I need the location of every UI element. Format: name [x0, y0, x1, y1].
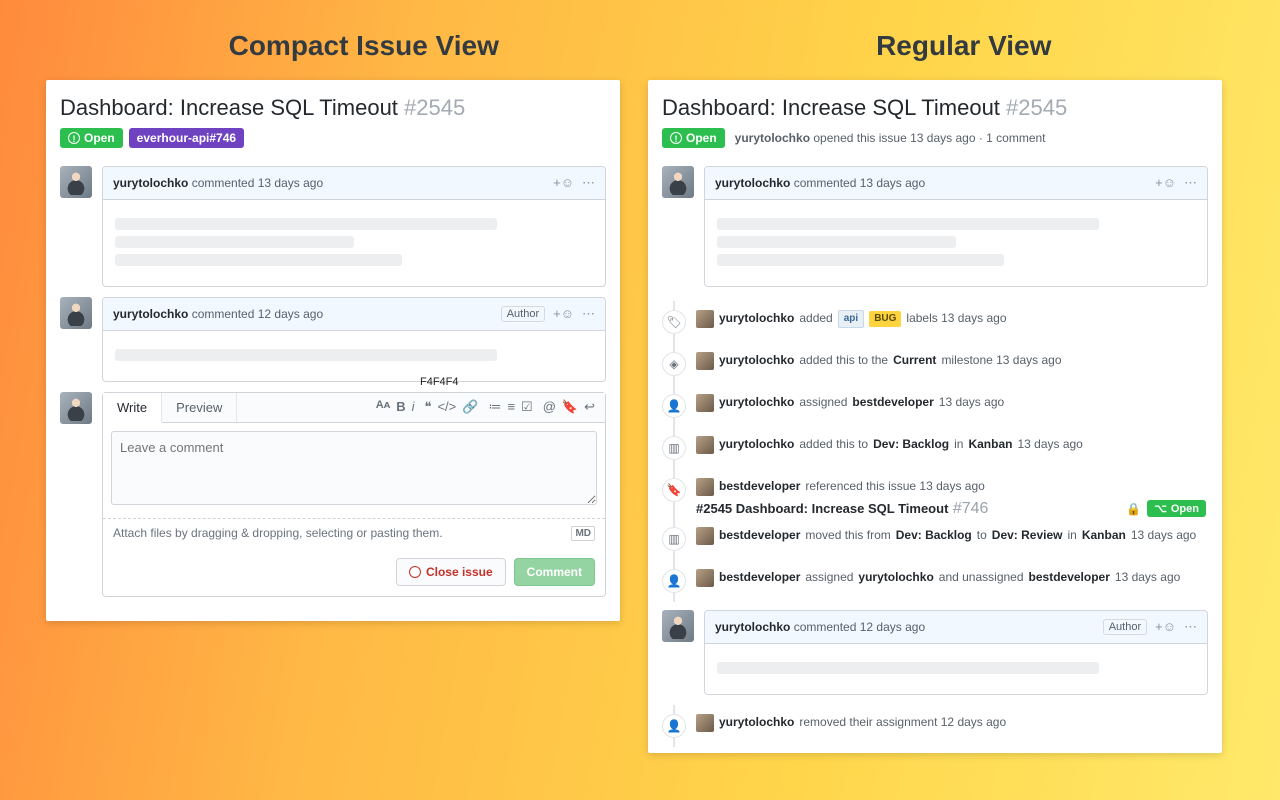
person-icon: 👤 [662, 714, 686, 738]
git-merge-icon: ⌥ [1154, 502, 1167, 515]
avatar[interactable] [662, 166, 694, 198]
md-toolbar: Aᴀ B i ❝ </> 🔗 ≔ ≡ [366, 393, 605, 421]
add-reaction-icon[interactable]: +☺ [1155, 619, 1176, 634]
bookmark-icon: 🔖 [662, 478, 686, 502]
bold-icon[interactable]: B [396, 399, 405, 415]
issue-title: Dashboard: Increase SQL Timeout #2545 [60, 94, 606, 122]
timeline-event-reassign: 👤 bestdeveloper assigned yurytolochko an… [662, 560, 1208, 602]
author-badge: Author [501, 306, 545, 322]
attach-hint[interactable]: Attach files by dragging & dropping, sel… [113, 526, 443, 540]
skeleton-line [115, 218, 497, 230]
comment-user[interactable]: yurytolochko [715, 176, 790, 190]
close-issue-button[interactable]: Close issue [396, 558, 506, 586]
comment-1: yurytolochko commented 13 days ago +☺ ⋯ [704, 166, 1208, 287]
comment-1: yurytolochko commented 13 days ago +☺ ⋯ [102, 166, 606, 287]
open-badge: ! Open [60, 128, 123, 148]
heading-regular: Regular View [876, 30, 1051, 62]
project-icon: ▥ [662, 436, 686, 460]
open-badge: ! Open [662, 128, 725, 148]
skeleton-line [115, 236, 354, 248]
kebab-icon[interactable]: ⋯ [1184, 619, 1197, 635]
ul-icon[interactable]: ≔ [488, 399, 501, 415]
compact-panel: Dashboard: Increase SQL Timeout #2545 ! … [46, 80, 620, 621]
heading-icon[interactable]: Aᴀ [376, 399, 390, 415]
person-icon: 👤 [662, 394, 686, 418]
add-reaction-icon[interactable]: +☺ [553, 306, 574, 321]
comment-button[interactable]: Comment [514, 558, 595, 586]
markdown-icon[interactable]: MD [571, 526, 595, 541]
tag-icon: 🏷 [662, 310, 686, 334]
person-icon: 👤 [662, 569, 686, 593]
avatar[interactable] [696, 436, 714, 454]
avatar[interactable] [662, 610, 694, 642]
avatar[interactable] [60, 297, 92, 329]
avatar[interactable] [696, 527, 714, 545]
heading-compact: Compact Issue View [229, 30, 499, 62]
project-icon: ▥ [662, 527, 686, 551]
timeline-event-unassign: 👤 yurytolochko removed their assignment … [662, 705, 1208, 747]
avatar[interactable] [60, 166, 92, 198]
kebab-icon[interactable]: ⋯ [582, 306, 595, 322]
issue-number: #2545 [404, 95, 465, 120]
issue-title-text: Dashboard: Increase SQL Timeout [60, 95, 398, 120]
skeleton-line [717, 236, 956, 248]
skeleton-line [717, 662, 1099, 674]
timeline: 🏷 yurytolochko added api BUG labels 13 d… [662, 301, 1208, 602]
skeleton-line [115, 349, 497, 361]
avatar[interactable] [60, 392, 92, 424]
timeline-event-project-add: ▥ yurytolochko added this to Dev: Backlo… [662, 427, 1208, 469]
kebab-icon[interactable]: ⋯ [1184, 175, 1197, 191]
skeleton-line [115, 254, 402, 266]
avatar[interactable] [696, 310, 714, 328]
task-icon[interactable]: ☑ [521, 399, 533, 415]
comment-2: yurytolochko commented 12 days ago Autho… [102, 297, 606, 382]
timeline-event-reference: 🔖 bestdeveloper referenced this issue 13… [662, 469, 1208, 504]
skeleton-line [717, 254, 1004, 266]
timeline-event-labels: 🏷 yurytolochko added api BUG labels 13 d… [662, 301, 1208, 343]
label-bug[interactable]: BUG [869, 311, 901, 327]
mention-icon[interactable]: @ [543, 399, 556, 415]
issue-meta: yurytolochko opened this issue 13 days a… [735, 131, 1046, 145]
avatar[interactable] [696, 569, 714, 587]
timeline-event-project-move: ▥ bestdeveloper moved this from Dev: Bac… [662, 518, 1208, 560]
quote-icon[interactable]: ❝ [424, 399, 431, 415]
comment-user[interactable]: yurytolochko [715, 620, 790, 634]
bookmark-icon[interactable]: 🔖 [562, 399, 578, 415]
comment-textarea[interactable] [111, 431, 597, 505]
author-badge: Author [1103, 619, 1147, 635]
avatar[interactable] [696, 394, 714, 412]
timeline-event-assigned: 👤 yurytolochko assigned bestdeveloper 13… [662, 385, 1208, 427]
reply-icon[interactable]: ↩︎ [584, 399, 595, 415]
add-reaction-icon[interactable]: +☺ [553, 175, 574, 190]
comment-user[interactable]: yurytolochko [113, 307, 188, 321]
avatar[interactable] [696, 478, 714, 496]
add-reaction-icon[interactable]: +☺ [1155, 175, 1176, 190]
issue-open-icon: ! [670, 132, 682, 144]
ol-icon[interactable]: ≡ [507, 399, 515, 415]
code-icon[interactable]: </> [437, 399, 456, 415]
regular-panel: Dashboard: Increase SQL Timeout #2545 ! … [648, 80, 1222, 753]
avatar[interactable] [696, 352, 714, 370]
issue-title: Dashboard: Increase SQL Timeout #2545 [662, 94, 1208, 122]
hex-hint: F4F4F4 [420, 376, 459, 388]
lock-icon: 🔒 [1126, 502, 1141, 516]
comment-editor: Write Preview Aᴀ B i ❝ </> 🔗 [102, 392, 606, 597]
label-api[interactable]: api [838, 310, 864, 328]
milestone-icon: ◈ [662, 352, 686, 376]
italic-icon[interactable]: i [412, 399, 415, 415]
api-badge[interactable]: everhour-api#746 [129, 128, 244, 148]
avatar[interactable] [696, 714, 714, 732]
issue-open-icon: ! [68, 132, 80, 144]
tab-write[interactable]: Write [103, 393, 162, 423]
link-icon[interactable]: 🔗 [462, 399, 478, 415]
tab-preview[interactable]: Preview [162, 393, 237, 422]
kebab-icon[interactable]: ⋯ [582, 175, 595, 191]
skeleton-line [717, 218, 1099, 230]
comment-3: yurytolochko commented 12 days ago Autho… [704, 610, 1208, 695]
comment-user[interactable]: yurytolochko [113, 176, 188, 190]
timeline-event-milestone: ◈ yurytolochko added this to the Current… [662, 343, 1208, 385]
close-icon [409, 566, 421, 578]
